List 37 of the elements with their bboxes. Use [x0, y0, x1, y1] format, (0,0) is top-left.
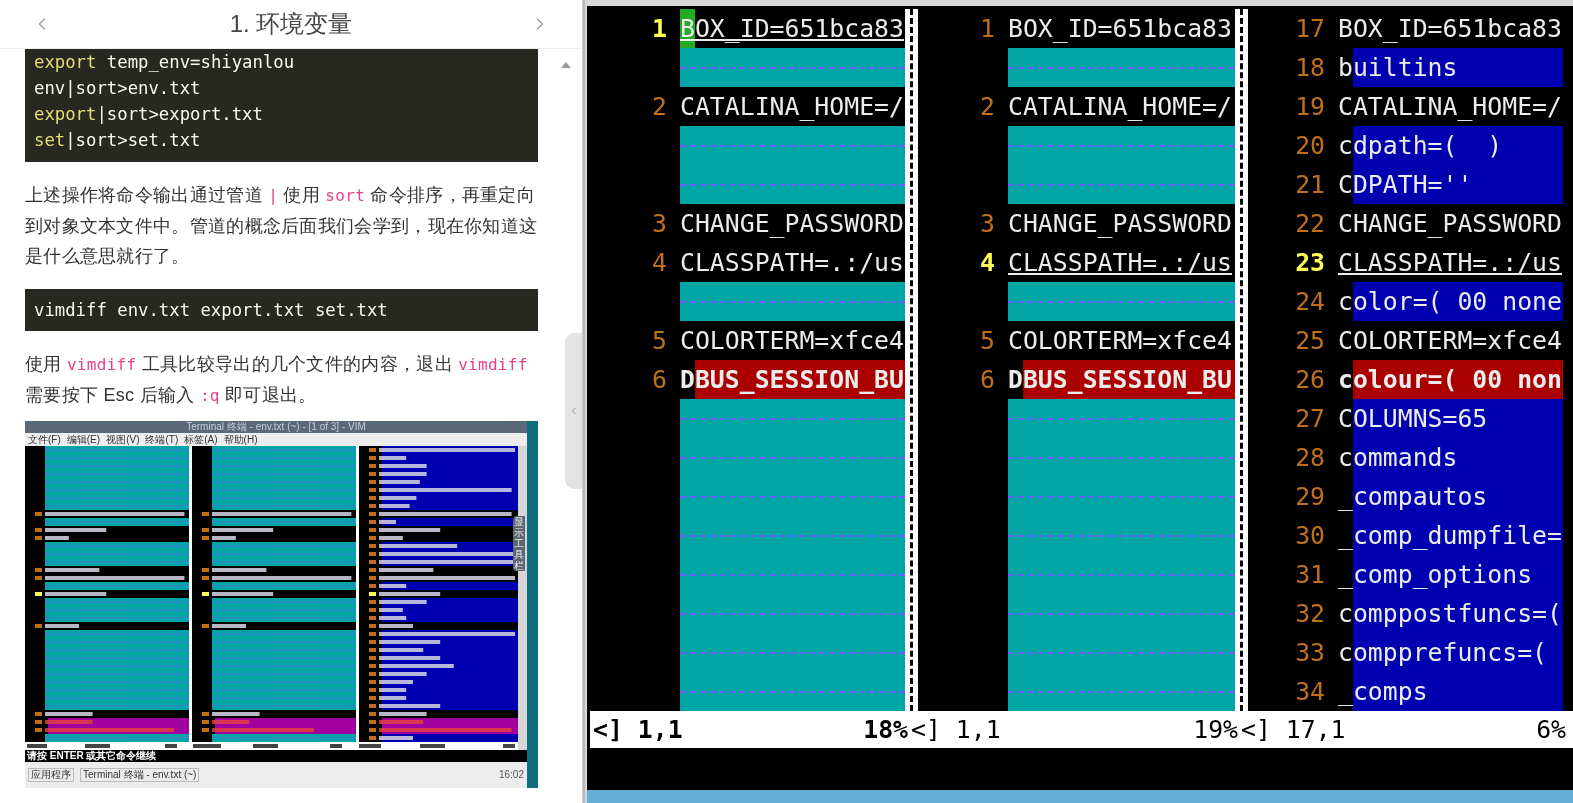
- code-line: color=( 00 none: [1338, 282, 1563, 321]
- code-line: comppostfuncs=(: [1338, 594, 1563, 633]
- paragraph: 使用 vimdiff 工具比较导出的几个文件的内容，退出 vimdiff 需要按下 Esc 后输入 :q 即可退出。: [25, 353, 529, 407]
- code-line: builtins: [1338, 48, 1563, 87]
- paragraph: 上述操作将命令输出通过管道 | 使用 sort 命令排序，再重定向到对象文本文件中。管道的概念后面我们会学到，现在你知道这是什么意思就行了。: [25, 184, 538, 268]
- code-line: cdpath=( ): [1338, 126, 1563, 165]
- collapse-handle[interactable]: [565, 333, 582, 489]
- window-title: Terminal 终端 - env.txt (~) - [1 of 3] - VIM: [25, 421, 527, 433]
- toolbar-toggle-tab[interactable]: 显示工具栏: [513, 516, 525, 571]
- clock: 16:02: [498, 769, 524, 781]
- menu-item[interactable]: 标签(A): [184, 433, 218, 446]
- menu-item[interactable]: 终端(T): [145, 433, 179, 446]
- status-percent: 18%: [863, 714, 908, 746]
- status-position: <] 17,1: [1241, 714, 1346, 746]
- scroll-up-icon[interactable]: [560, 61, 572, 69]
- code-line: BOX_ID=651bca83: [680, 9, 905, 48]
- taskbar-item[interactable]: Terminal 终端 - env.txt (~): [80, 768, 200, 782]
- status-position: <] 1,1: [911, 714, 1001, 746]
- code-block: vimdiff env.txt export.txt set.txt: [25, 289, 538, 331]
- code-line: compprefuncs=(: [1338, 633, 1563, 672]
- code-line: COLUMNS=65: [1338, 399, 1563, 438]
- code-block: export temp_env=shiyanlou env|sort>env.txt export|sort>export.txt set|sort>set.txt: [25, 49, 538, 162]
- menu-item[interactable]: 文件(F): [28, 433, 61, 446]
- menu-item[interactable]: 编辑(E): [66, 433, 101, 446]
- code-line: colour=( 00 non: [1338, 360, 1563, 399]
- code-line: DBUS_SESSION_BU: [680, 360, 905, 399]
- code-line: DBUS_SESSION_BU: [1008, 360, 1235, 399]
- code-line: CDPATH='': [1338, 165, 1563, 204]
- taskbar-item[interactable]: 应用程序: [28, 768, 74, 782]
- status-percent: 19%: [1193, 714, 1238, 746]
- command-line: 请按 ENTER 或其它命令继续: [27, 750, 157, 762]
- menu-item[interactable]: 视图(V): [106, 433, 140, 446]
- status-percent: 6%: [1536, 714, 1566, 746]
- menu-item[interactable]: 帮助(H): [223, 433, 258, 446]
- chapter-title: 1. 环境变量: [229, 9, 353, 39]
- code-line: commands: [1338, 438, 1563, 477]
- status-position: <] 1,1: [593, 714, 683, 746]
